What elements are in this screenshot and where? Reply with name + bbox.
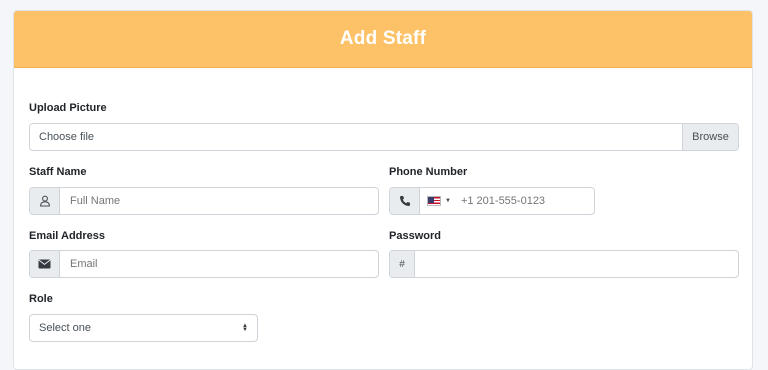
envelope-icon [30,251,60,277]
user-icon [30,188,60,214]
add-staff-card: Add Staff Upload Picture Choose file Bro… [13,10,753,370]
file-upload-input[interactable]: Choose file Browse [29,123,739,151]
select-arrows-icon: ▲ ▼ [242,323,248,333]
phone-number-field[interactable]: ▼ [389,187,595,215]
email-field[interactable] [29,250,379,278]
page-title: Add Staff [339,28,427,49]
staff-name-label: Staff Name [29,166,87,178]
file-input-text: Choose file [39,131,95,143]
upload-picture-label: Upload Picture [29,102,107,114]
country-selector[interactable]: ▼ [420,188,455,214]
email-input[interactable] [60,251,378,277]
browse-button[interactable]: Browse [682,124,738,150]
password-label: Password [389,230,441,242]
email-address-label: Email Address [29,230,106,242]
role-selected-value: Select one [39,322,91,334]
phone-icon [390,188,420,214]
card-header: Add Staff [14,11,752,68]
role-select[interactable]: Select one ▲ ▼ [29,314,258,342]
us-flag-icon [427,196,441,206]
role-label: Role [29,293,53,305]
phone-number-label: Phone Number [389,166,468,178]
password-input[interactable] [415,251,738,277]
chevron-down-icon: ▼ [445,198,451,204]
phone-number-input[interactable] [454,188,594,214]
hash-icon: # [390,251,415,277]
password-field[interactable]: # [389,250,739,278]
staff-name-input[interactable] [60,188,378,214]
staff-name-field[interactable] [29,187,379,215]
